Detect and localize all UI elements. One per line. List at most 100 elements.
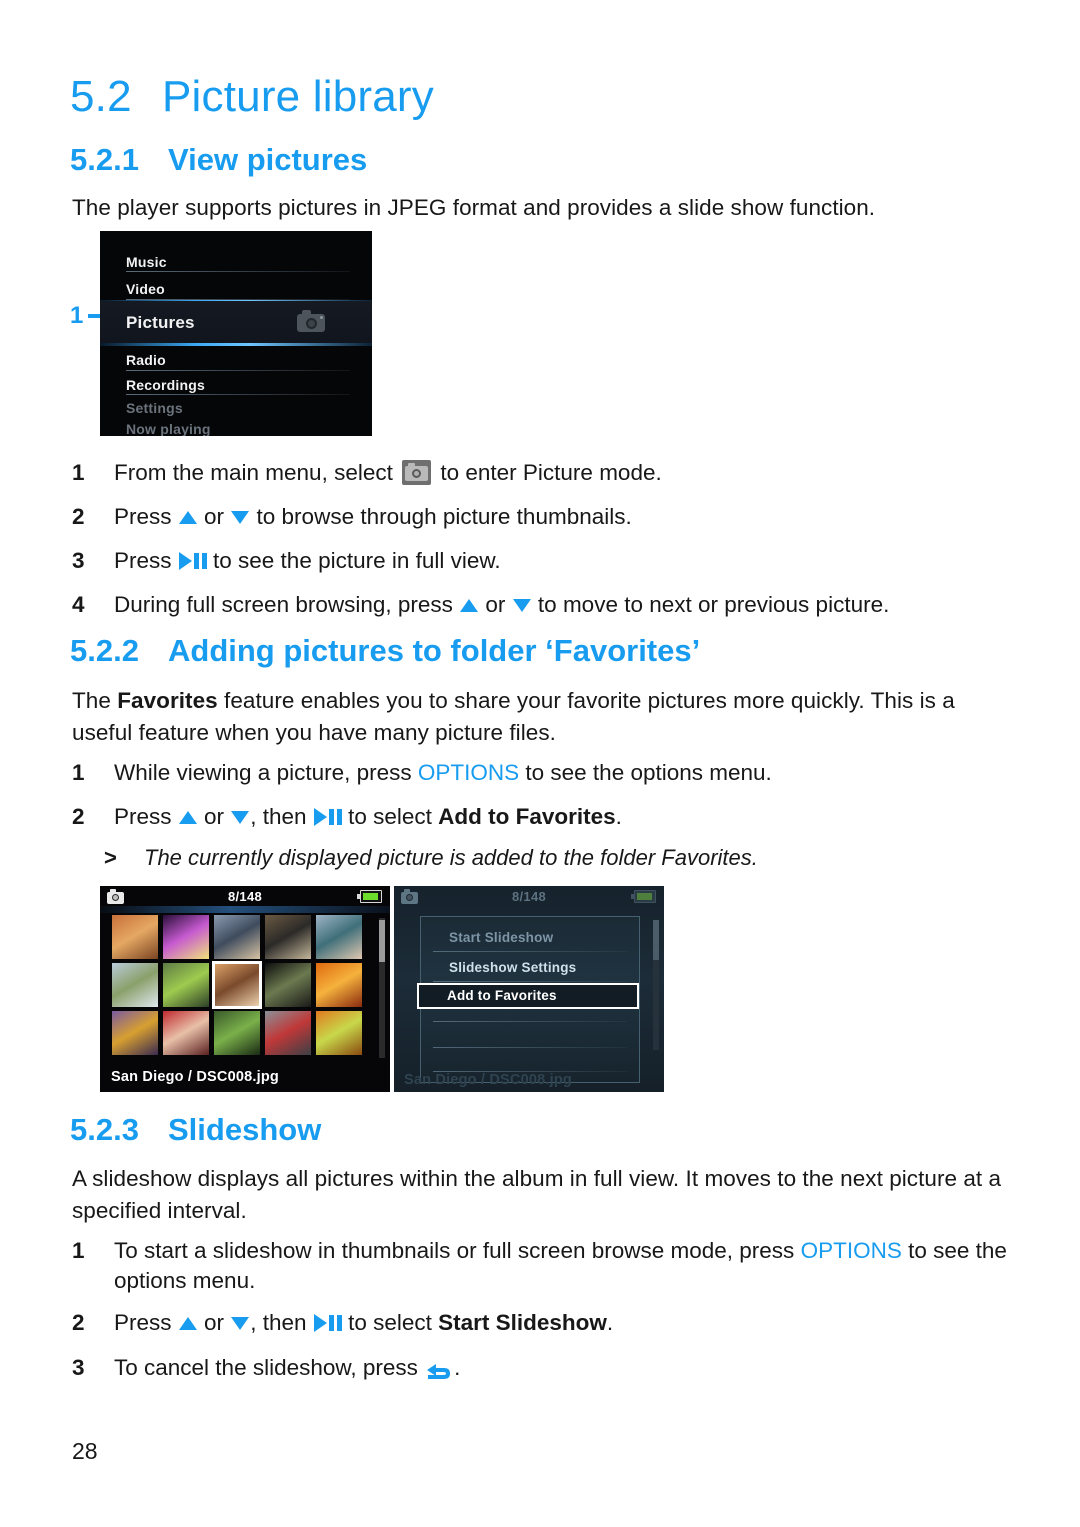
thumbnail-item[interactable]	[316, 915, 362, 959]
menu-divider	[126, 370, 350, 371]
step-text-part: or	[197, 504, 231, 529]
step-text-part: Press	[114, 504, 178, 529]
step-item: 1 While viewing a picture, press OPTIONS…	[72, 758, 1014, 788]
thumbnail-item[interactable]	[163, 1011, 209, 1055]
step-item: 1 To start a slideshow in thumbnails or …	[72, 1236, 1014, 1296]
menu-highlight-bottom-glow	[100, 343, 372, 346]
thumbnail-item[interactable]	[265, 1011, 311, 1055]
arrow-up-icon	[178, 1316, 197, 1330]
options-button-label: OPTIONS	[800, 1238, 902, 1263]
step-text-part: to see the picture in full view.	[206, 548, 501, 573]
option-divider	[433, 1021, 627, 1022]
thumbnail-item[interactable]	[163, 963, 209, 1007]
subsection-title: View pictures	[168, 142, 368, 177]
section-number: 5.2	[70, 72, 132, 121]
step-text-part: Press	[114, 1310, 178, 1335]
menu-option-reference: Start Slideshow	[438, 1310, 607, 1335]
menu-item-now-playing[interactable]: Now playing	[126, 421, 348, 436]
callout-number: 1	[70, 302, 84, 329]
section-heading: 5.2 Picture library	[70, 72, 434, 122]
option-slideshow-settings[interactable]: Slideshow Settings	[421, 955, 639, 980]
option-add-to-favorites[interactable]: Add to Favorites	[417, 983, 639, 1009]
subsection-heading-add-favorites: 5.2.2 Adding pictures to folder ‘Favorite…	[70, 633, 700, 669]
device-screen-options-menu: 8/148 Start Slideshow Slideshow Settings…	[394, 886, 664, 1092]
thumbnail-grid[interactable]	[112, 915, 362, 1055]
device-screen-thumbnails: 8/148 San Diego / DSC008.jpg	[100, 886, 390, 1092]
subsection-title: Adding pictures to folder ‘Favorites’	[168, 633, 701, 668]
arrow-down-icon	[512, 598, 531, 612]
play-pause-icon	[178, 552, 207, 571]
step-text-part: to select	[341, 1310, 439, 1335]
thumbnail-item[interactable]	[163, 915, 209, 959]
menu-divider	[126, 394, 350, 395]
page-number: 28	[72, 1438, 98, 1464]
step-number: 3	[72, 548, 85, 573]
favorites-paragraph: The Favorites feature enables you to sha…	[72, 685, 1002, 749]
step-text: To cancel the slideshow, press .	[114, 1353, 1014, 1383]
step-text-part: To start a slideshow in thumbnails or fu…	[114, 1238, 801, 1263]
thumbnail-item[interactable]	[265, 963, 311, 1007]
menu-divider	[126, 299, 350, 300]
camera-icon	[297, 309, 325, 333]
thumbnail-item[interactable]	[265, 915, 311, 959]
step-text-part: to browse through picture thumbnails.	[250, 504, 632, 529]
menu-option-reference: Add to Favorites	[438, 804, 616, 829]
step-text-part: Press	[114, 548, 178, 573]
menu-item-recordings[interactable]: Recordings	[126, 377, 348, 393]
thumbnail-item[interactable]	[316, 1011, 362, 1055]
step-text: Press or , then to select Add to Favorit…	[114, 802, 1014, 832]
step-text: Press or to browse through picture thumb…	[114, 502, 1014, 532]
step-text: Press to see the picture in full view.	[114, 546, 1014, 576]
paragraph-part: The	[72, 688, 118, 713]
step-text-part: or	[479, 592, 512, 617]
play-pause-icon	[313, 1314, 342, 1333]
scrollbar[interactable]	[653, 920, 659, 1050]
camera-icon	[402, 459, 432, 485]
slideshow-paragraph: A slideshow displays all pictures within…	[72, 1166, 1002, 1223]
device-screen-main-menu: Music Video Pictures Radio Recordings Se…	[100, 231, 372, 436]
step-text-part: During full screen browsing, press	[114, 592, 460, 617]
option-start-slideshow[interactable]: Start Slideshow	[421, 925, 639, 950]
step-text-part: to select	[341, 804, 439, 829]
thumbnail-item[interactable]	[112, 1011, 158, 1055]
picture-filename: San Diego / DSC008.jpg	[111, 1069, 279, 1085]
scrollbar-knob[interactable]	[379, 920, 385, 962]
thumbnail-item[interactable]	[316, 963, 362, 1007]
back-arrow-icon	[426, 1361, 452, 1381]
thumbnail-item[interactable]	[214, 1011, 260, 1055]
thumbnail-item[interactable]	[112, 915, 158, 959]
scrollbar[interactable]	[379, 918, 385, 1058]
arrow-up-icon	[178, 810, 197, 824]
arrow-up-icon	[460, 598, 479, 612]
callout-marker-1: 1	[70, 302, 114, 329]
step-text-part: , then	[250, 804, 313, 829]
step-text-part: to see the options menu.	[519, 760, 772, 785]
menu-item-video[interactable]: Video	[126, 281, 348, 297]
menu-item-music[interactable]: Music	[126, 254, 348, 270]
step-text-part: .	[606, 1310, 614, 1335]
thumbnail-item[interactable]	[212, 961, 262, 1009]
subsection-number: 5.2.1	[70, 142, 139, 177]
step-number: 1	[72, 460, 85, 485]
intro-paragraph: The player supports pictures in JPEG for…	[72, 195, 876, 220]
thumbnail-item[interactable]	[214, 915, 260, 959]
step-number: 2	[72, 804, 85, 829]
thumbnail-item[interactable]	[112, 963, 158, 1007]
picture-counter: 8/148	[227, 889, 263, 904]
arrow-down-icon	[231, 810, 250, 824]
menu-item-settings[interactable]: Settings	[126, 400, 348, 416]
option-label: Add to Favorites	[447, 988, 557, 1003]
manual-page: 5.2 Picture library 5.2.1 View pictures Th…	[0, 0, 1080, 1527]
option-divider	[433, 981, 627, 982]
subsection-heading-view-pictures: 5.2.1 View pictures	[70, 142, 367, 178]
scrollbar-knob[interactable]	[653, 920, 659, 960]
step-number: 4	[72, 592, 85, 617]
step-item: 3 To cancel the slideshow, press .	[72, 1353, 1014, 1383]
subsection-number: 5.2.3	[70, 1112, 139, 1147]
step-text-part: or	[197, 1310, 231, 1335]
menu-item-radio[interactable]: Radio	[126, 352, 348, 368]
subsection-number: 5.2.2	[70, 633, 139, 668]
step-item: 2 Press or to browse through picture thu…	[72, 502, 1014, 532]
result-note: > The currently displayed picture is add…	[104, 845, 758, 871]
subsection-title: Slideshow	[168, 1112, 322, 1147]
